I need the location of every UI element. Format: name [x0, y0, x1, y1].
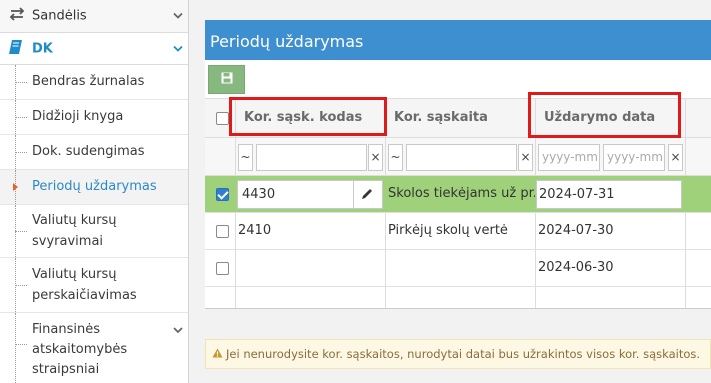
- date-value: 2024-06-30: [538, 260, 614, 275]
- sidebar-item-label-line1: Finansinės: [32, 322, 100, 337]
- table-row[interactable]: 2410 Pirkėjų skolų vertė 2024-07-30: [205, 213, 711, 250]
- sidebar-item-label: Periodų uždarymas: [32, 179, 157, 194]
- grid-filter-row: ~ × ~ × yyyy-mm yyyy-mm ×: [205, 138, 711, 176]
- date-edit-field[interactable]: 2024-07-31: [536, 180, 682, 209]
- row-checkbox[interactable]: [216, 188, 229, 201]
- account-value: Pirkėjų skolų vertė: [388, 223, 508, 238]
- sidebar-item-periodu-uzdarymas[interactable]: Periodų uždarymas: [0, 170, 188, 205]
- sidebar-item-dok-sudengimas[interactable]: Dok. sudengimas: [0, 135, 188, 170]
- account-filter-input[interactable]: [406, 144, 517, 171]
- date-value: 2024-07-30: [538, 223, 614, 238]
- periods-closing-panel: Periodų uždarymas Kor. sąsk. kodas Kor. …: [205, 20, 711, 344]
- panel-title: Periodų uždarymas: [205, 20, 711, 60]
- sidebar-item-label: Dok. sudengimas: [32, 144, 145, 159]
- highlight-box-date-column: [528, 92, 681, 138]
- sidebar-item-didzioji-knyga[interactable]: Didžioji knyga: [0, 100, 188, 135]
- sidebar-item-valiutu-kursu-svyravimai[interactable]: Valiutų kursų svyravimai: [0, 205, 188, 258]
- warning-notice: Jei nenurodysite kor. sąskaitos, nurodyt…: [205, 339, 711, 369]
- sidebar-item-label-line2: svyravimai: [32, 234, 104, 249]
- date-filter-clear[interactable]: ×: [668, 144, 683, 171]
- save-button[interactable]: [208, 65, 245, 94]
- code-filter-clear[interactable]: ×: [368, 144, 383, 171]
- chevron-down-icon: [173, 9, 183, 24]
- table-row[interactable]: 4430 Skolos tiekėjams už pr... 2024-07-3…: [205, 176, 711, 213]
- sidebar-item-label-line2: perskaičiavimas: [32, 288, 137, 303]
- book-icon: [8, 39, 24, 59]
- sidebar-section-label: DK: [32, 41, 53, 56]
- code-filter-operator[interactable]: ~: [238, 144, 253, 171]
- sidebar-item-label-line2: atskaitomybės: [32, 342, 128, 357]
- warning-icon: [212, 347, 223, 361]
- highlight-box-code-column: [229, 97, 387, 136]
- column-header-kor-saskaita[interactable]: Kor. sąskaita: [394, 110, 488, 125]
- date-to-filter-input[interactable]: yyyy-mm: [603, 144, 665, 171]
- sidebar-item-label: Didžioji knyga: [32, 109, 124, 124]
- code-edit-field[interactable]: 4430: [237, 180, 383, 209]
- sidebar-item-finansines-atskaitomybes-straipsniai[interactable]: Finansinės atskaitomybės straipsniai: [0, 313, 188, 383]
- sidebar-item-valiutu-kursu-perskaiciavimas[interactable]: Valiutų kursų perskaičiavimas: [0, 258, 188, 313]
- pencil-icon[interactable]: [360, 188, 373, 205]
- table-row[interactable]: 2024-06-30: [205, 250, 711, 287]
- select-all-checkbox[interactable]: [216, 112, 229, 125]
- row-checkbox[interactable]: [216, 225, 229, 238]
- sidebar: Sandėlis DK Bendras žurnalas Didžioji kn…: [0, 0, 189, 383]
- sidebar-item-label: Bendras žurnalas: [32, 74, 145, 89]
- date-value: 2024-07-31: [539, 187, 615, 202]
- chevron-down-icon: [173, 323, 183, 338]
- row-checkbox[interactable]: [216, 262, 229, 275]
- date-from-filter-input[interactable]: yyyy-mm: [538, 144, 600, 171]
- active-caret-icon: [13, 183, 18, 191]
- code-value: 2410: [238, 223, 272, 238]
- code-filter-input[interactable]: [256, 144, 367, 171]
- chevron-down-icon: [173, 41, 183, 56]
- exchange-arrows-icon: [8, 7, 26, 25]
- sidebar-item-label-line3: straipsniai: [32, 362, 100, 377]
- sidebar-item-label-line1: Valiutų kursų: [32, 213, 117, 228]
- code-value: 4430: [242, 187, 276, 202]
- account-filter-clear[interactable]: ×: [518, 144, 533, 171]
- sidebar-item-bendras-zurnalas[interactable]: Bendras žurnalas: [0, 65, 188, 100]
- sidebar-section-sandelis[interactable]: Sandėlis: [0, 0, 188, 33]
- account-value: Skolos tiekėjams už pr...: [388, 186, 535, 201]
- sidebar-section-label: Sandėlis: [32, 8, 87, 24]
- floppy-disk-icon: [221, 72, 233, 88]
- sidebar-item-label-line1: Valiutų kursų: [32, 267, 117, 282]
- warning-text: Jei nenurodysite kor. sąskaitos, nurodyt…: [226, 347, 701, 361]
- account-filter-operator[interactable]: ~: [388, 144, 403, 171]
- table-row-partial: [205, 287, 711, 308]
- sidebar-section-dk[interactable]: DK: [0, 33, 188, 65]
